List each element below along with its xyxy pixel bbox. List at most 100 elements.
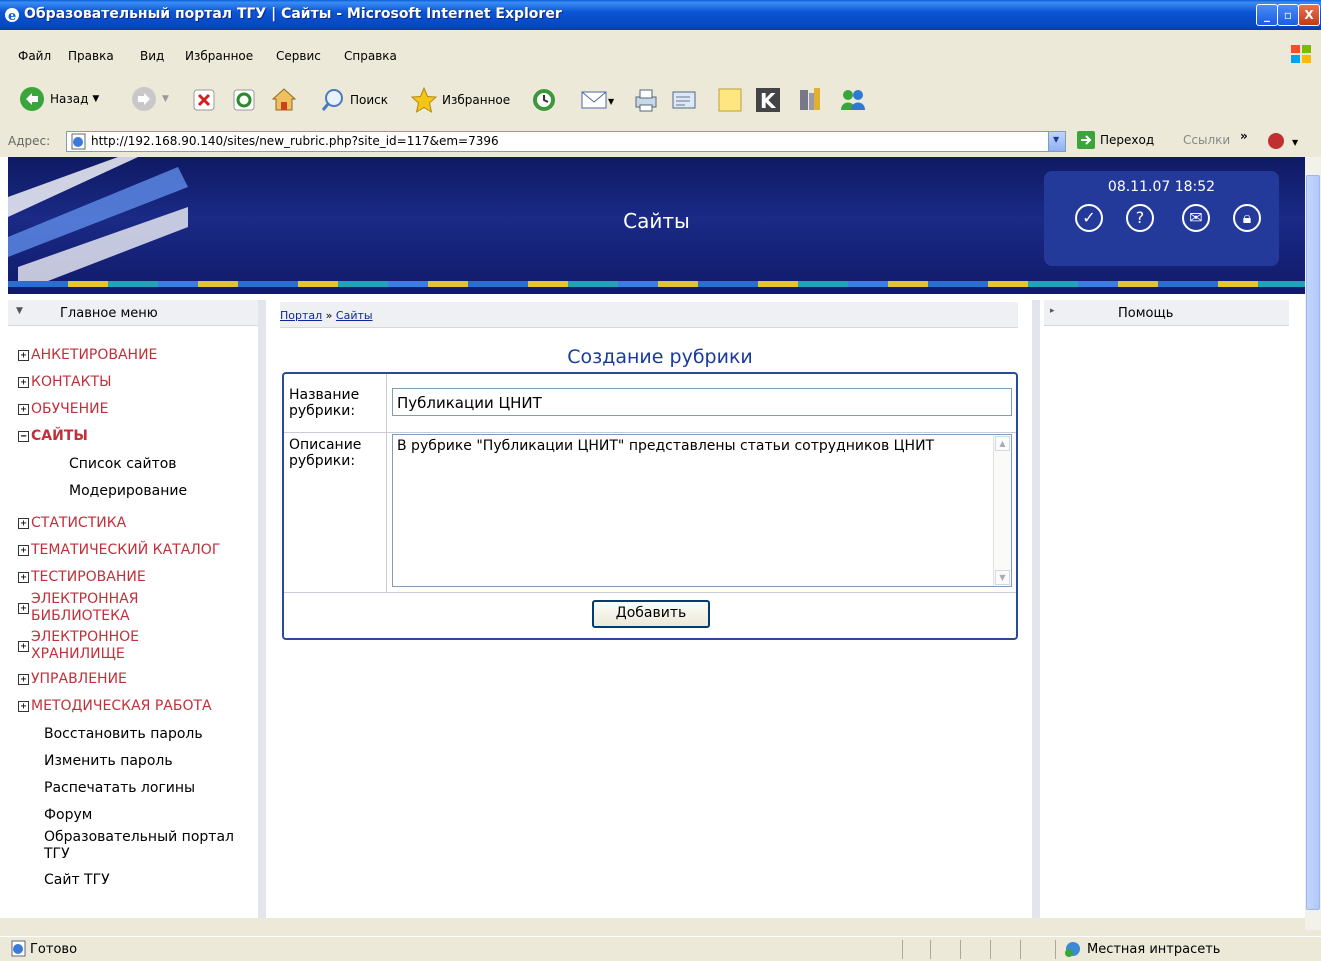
close-icon: X — [1304, 8, 1314, 22]
sidebar-item-label: УПРАВЛЕНИЕ — [31, 671, 127, 687]
k-icon[interactable]: K — [754, 86, 782, 114]
sidebar-sub-site-list[interactable]: Список сайтов — [69, 456, 177, 473]
print-icon[interactable] — [632, 87, 660, 113]
search-button[interactable]: Поиск — [320, 87, 388, 113]
menu-file[interactable]: Файл — [18, 49, 51, 63]
horizontal-scroll-area — [0, 918, 1305, 930]
sidebar-item-surveys[interactable]: + АНКЕТИРОВАНИЕ — [18, 347, 157, 364]
expand-icon[interactable]: + — [18, 701, 29, 712]
minimize-button[interactable]: _ — [1256, 4, 1278, 26]
link-tsu-site[interactable]: Сайт ТГУ — [44, 872, 110, 889]
link-forum[interactable]: Форум — [44, 807, 92, 824]
link-change-password[interactable]: Изменить пароль — [44, 753, 173, 770]
sidebar-header: ▼ Главное меню — [8, 300, 258, 326]
scrollbar-thumb[interactable] — [1306, 175, 1320, 910]
expand-icon[interactable]: + — [18, 404, 29, 415]
forward-arrow-icon — [132, 87, 156, 111]
history-icon[interactable] — [530, 87, 558, 113]
expand-icon[interactable]: + — [18, 350, 29, 361]
rubric-description-textarea[interactable]: В рубрике "Публикации ЦНИТ" представлены… — [392, 434, 1012, 587]
edit-icon[interactable] — [670, 87, 698, 113]
sidebar-item-elibrary[interactable]: + ЭЛЕКТРОННАЯ БИБЛИОТЕКА — [18, 591, 168, 625]
expand-icon[interactable]: + — [18, 640, 29, 652]
mail-circle-icon[interactable]: ✉ — [1182, 204, 1210, 232]
address-input[interactable]: http://192.168.90.140/sites/new_rubric.p… — [66, 131, 1066, 152]
expand-arrow-icon[interactable]: ▸ — [1050, 306, 1055, 316]
menu-edit[interactable]: Правка — [68, 49, 114, 63]
stop-icon[interactable] — [192, 88, 216, 112]
messenger-icon[interactable] — [838, 86, 868, 114]
check-icon[interactable]: ✓ — [1075, 204, 1103, 232]
banner-color-stripe — [8, 281, 1305, 287]
maximize-button[interactable]: ▫ — [1277, 4, 1299, 26]
link-restore-password[interactable]: Восстановить пароль — [44, 726, 203, 743]
right-splitter[interactable] — [1032, 300, 1040, 918]
research-icon[interactable] — [796, 86, 824, 114]
breadcrumb-separator: » — [325, 309, 333, 322]
expand-icon[interactable]: + — [18, 602, 29, 614]
sidebar-item-management[interactable]: + УПРАВЛЕНИЕ — [18, 671, 127, 688]
note-icon[interactable] — [716, 86, 744, 114]
addon-icon[interactable]: ▼ — [1266, 131, 1306, 151]
forward-button[interactable]: ▼ — [130, 85, 169, 113]
refresh-icon[interactable] — [232, 88, 256, 112]
sidebar-item-education[interactable]: + ОБУЧЕНИЕ — [18, 401, 108, 418]
rubric-name-input[interactable]: Публикации ЦНИТ — [392, 388, 1012, 416]
menu-help[interactable]: Справка — [344, 49, 397, 63]
help-icon[interactable]: ? — [1126, 204, 1154, 232]
expand-icon[interactable]: + — [18, 518, 29, 529]
sidebar-item-testing[interactable]: + ТЕСТИРОВАНИЕ — [18, 569, 146, 586]
star-icon — [410, 86, 438, 114]
breadcrumb-portal-link[interactable]: Портал — [280, 309, 322, 322]
scroll-up-icon[interactable]: ▲ — [995, 436, 1010, 451]
sidebar-item-statistics[interactable]: + СТАТИСТИКА — [18, 515, 126, 532]
scroll-down-icon[interactable]: ▼ — [995, 570, 1010, 585]
minimize-icon: _ — [1264, 8, 1270, 22]
link-edu-portal[interactable]: Образовательный портал ТГУ — [44, 829, 244, 863]
collapse-icon[interactable]: − — [18, 431, 29, 442]
breadcrumb-sites-link[interactable]: Сайты — [336, 309, 373, 322]
close-button[interactable]: X — [1298, 4, 1320, 26]
go-button[interactable]: Переход — [1076, 130, 1154, 150]
expand-icon[interactable]: + — [18, 377, 29, 388]
toolbar: Назад ▼ ▼ Поиск Избранное ▼ K — [0, 78, 1321, 118]
expand-icon[interactable]: + — [18, 572, 29, 583]
sidebar-item-catalog[interactable]: + ТЕМАТИЧЕСКИЙ КАТАЛОГ — [18, 542, 220, 559]
expand-icon[interactable]: + — [18, 674, 29, 685]
menu-favorites[interactable]: Избранное — [185, 49, 253, 63]
menu-bar: Файл Правка Вид Избранное Сервис Справка — [0, 45, 1321, 67]
vertical-scrollbar[interactable] — [1305, 157, 1321, 930]
back-button[interactable]: Назад ▼ — [18, 85, 99, 113]
links-label[interactable]: Ссылки — [1183, 133, 1230, 147]
ie-page-icon — [11, 940, 26, 957]
links-chevron-icon[interactable]: » — [1240, 129, 1248, 143]
sidebar-item-contacts[interactable]: + КОНТАКТЫ — [18, 374, 111, 391]
link-print-logins[interactable]: Распечатать логины — [44, 780, 195, 797]
header-infobox: 08.11.07 18:52 ✓ ? ✉ 🔒︎ — [1044, 171, 1279, 266]
status-divider — [990, 940, 991, 959]
expand-icon[interactable]: + — [18, 545, 29, 556]
address-url: http://192.168.90.140/sites/new_rubric.p… — [91, 134, 499, 148]
add-button[interactable]: Добавить — [592, 600, 710, 628]
sidebar-sub-moderation[interactable]: Модерирование — [69, 483, 187, 500]
sidebar-item-sites[interactable]: − САЙТЫ — [18, 428, 88, 445]
mail-icon[interactable]: ▼ — [580, 88, 616, 112]
window-title: Образовательный портал ТГУ | Сайты - Mic… — [24, 6, 562, 22]
menu-tools[interactable]: Сервис — [276, 49, 321, 63]
menu-view[interactable]: Вид — [140, 49, 164, 63]
sidebar-item-label: ЭЛЕКТРОННОЕ ХРАНИЛИЩЕ — [31, 629, 140, 662]
sidebar-item-methodical[interactable]: + МЕТОДИЧЕСКАЯ РАБОТА — [18, 698, 212, 715]
description-field-label: Описание рубрики: — [289, 437, 362, 469]
collapse-arrow-icon[interactable]: ▼ — [16, 306, 23, 316]
sidebar-item-estorage[interactable]: + ЭЛЕКТРОННОЕ ХРАНИЛИЩЕ — [18, 629, 168, 663]
lock-icon[interactable]: 🔒︎ — [1233, 204, 1261, 232]
favorites-button[interactable]: Избранное — [410, 86, 510, 114]
main-content: Портал » Сайты Создание рубрики Название… — [280, 300, 1018, 918]
address-dropdown-icon[interactable]: ▼ — [1048, 132, 1065, 151]
home-icon[interactable] — [270, 86, 298, 112]
sidebar-item-label: ОБУЧЕНИЕ — [31, 401, 109, 417]
textarea-scrollbar[interactable]: ▲ ▼ — [993, 435, 1011, 586]
intranet-zone-icon — [1065, 942, 1080, 957]
left-splitter[interactable] — [258, 300, 266, 918]
back-arrow-icon — [20, 87, 44, 111]
